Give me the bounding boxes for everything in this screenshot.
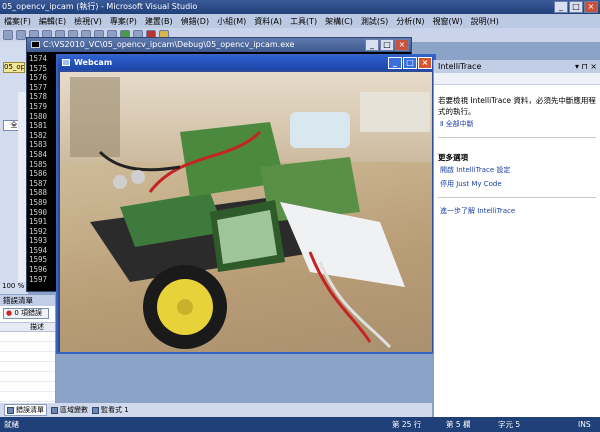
tab-label: 監看式 1 [101,406,129,414]
error-icon: ● [6,309,13,317]
tab-locals[interactable]: 區域變數 [51,405,88,415]
disable-jmc-link[interactable]: 停用 Just My Code [434,177,600,191]
menu-project[interactable]: 專案(P) [106,16,141,27]
menu-analyze[interactable]: 分析(N) [392,16,428,27]
console-maximize-button[interactable]: □ [380,39,394,51]
status-char: 字元 5 [498,420,521,429]
menu-help[interactable]: 說明(H) [467,16,503,27]
webcam-window[interactable]: Webcam _ □ × [56,54,436,354]
menu-window[interactable]: 視窗(W) [428,16,466,27]
tab-label: 錯誤清單 [16,406,44,414]
webcam-image [60,72,432,352]
panel-close-icon[interactable]: ▾ ⊓ × [575,60,597,73]
status-line: 第 25 行 [392,420,422,429]
open-settings-link[interactable]: 開啟 IntelliTrace 設定 [434,163,600,177]
divider [438,197,596,198]
tab-error-list[interactable]: 錯誤清單 [4,404,47,416]
tab-label: 區域變數 [60,406,88,414]
console-title: C:\VS2010_VC\05_opencv_ipcam\Debug\05_op… [43,40,295,49]
locals-icon [51,406,58,414]
break-all-label: 全部中斷 [445,120,474,128]
watch-icon [92,406,99,414]
tab-watch-1[interactable]: 監看式 1 [92,405,129,415]
zoom-level[interactable]: 100 % [2,282,24,290]
bottom-tab-bar: 錯誤清單 區域變數 監看式 1 [0,403,432,417]
error-list-title: 錯誤清單 [0,295,55,306]
intellitrace-header: IntelliTrace ▾ ⊓ × [434,60,600,73]
menu-team[interactable]: 小組(M) [213,16,250,27]
menu-tools[interactable]: 工具(T) [286,16,321,27]
console-icon [31,41,40,48]
webcam-window-icon [62,59,70,66]
menu-test[interactable]: 測試(S) [357,16,392,27]
status-text: 就緒 [4,420,19,429]
console-minimize-button[interactable]: _ [365,39,379,51]
learn-more-link[interactable]: 進一步了解 IntelliTrace [434,204,600,218]
error-list-icon [7,406,14,414]
menu-debug[interactable]: 偵錯(D) [177,16,213,27]
more-options-heading: 更多選項 [438,153,468,162]
webcam-title-bar: Webcam _ □ × [58,56,434,70]
menu-file[interactable]: 檔案(F) [0,16,35,27]
new-project-icon[interactable] [3,30,13,40]
intellitrace-toolbar [434,73,600,85]
menu-build[interactable]: 建置(B) [141,16,177,27]
intellitrace-title: IntelliTrace [438,62,482,71]
status-column: 第 5 欄 [446,420,471,429]
minimize-button[interactable]: _ [554,1,568,13]
intellitrace-panel: IntelliTrace ▾ ⊓ × 若要檢視 IntelliTrace 資料，… [433,60,600,417]
menu-bar: 檔案(F) 編輯(E) 檢視(V) 專案(P) 建置(B) 偵錯(D) 小組(M… [0,14,600,28]
document-tab[interactable]: 05_ope [3,62,25,73]
menu-view[interactable]: 檢視(V) [70,16,106,27]
status-bar: 就緒 第 25 行 第 5 欄 字元 5 INS [0,417,600,432]
error-list-panel: 錯誤清單 ● 0 項錯誤 描述 [0,295,56,417]
errors-filter-button[interactable]: ● 0 項錯誤 [3,308,49,319]
vs-title-bar: 05_opencv_ipcam (執行) - Microsoft Visual … [0,0,600,14]
menu-data[interactable]: 資料(A) [250,16,286,27]
divider [438,137,596,138]
webcam-close-button[interactable]: × [418,57,432,69]
webcam-title: Webcam [74,58,113,67]
maximize-button[interactable]: □ [569,1,583,13]
break-all-link[interactable]: Ⅱ 全部中斷 [434,117,600,131]
close-button[interactable]: × [584,1,598,13]
console-close-button[interactable]: × [395,39,409,51]
error-rows [0,332,55,402]
menu-edit[interactable]: 編輯(E) [35,16,70,27]
console-title-bar: C:\VS2010_VC\05_opencv_ipcam\Debug\05_op… [27,38,411,52]
open-icon[interactable] [16,30,26,40]
description-column-header[interactable]: 描述 [0,322,55,332]
webcam-maximize-button[interactable]: □ [403,57,417,69]
window-title: 05_opencv_ipcam (執行) - Microsoft Visual … [2,2,198,11]
errors-count: 0 項錯誤 [14,309,43,317]
menu-architecture[interactable]: 架構(C) [321,16,357,27]
status-ins: INS [578,420,591,429]
intellitrace-message: 若要檢視 IntelliTrace 資料，必須先中斷應用程式的執行。 [438,96,596,116]
webcam-minimize-button[interactable]: _ [388,57,402,69]
